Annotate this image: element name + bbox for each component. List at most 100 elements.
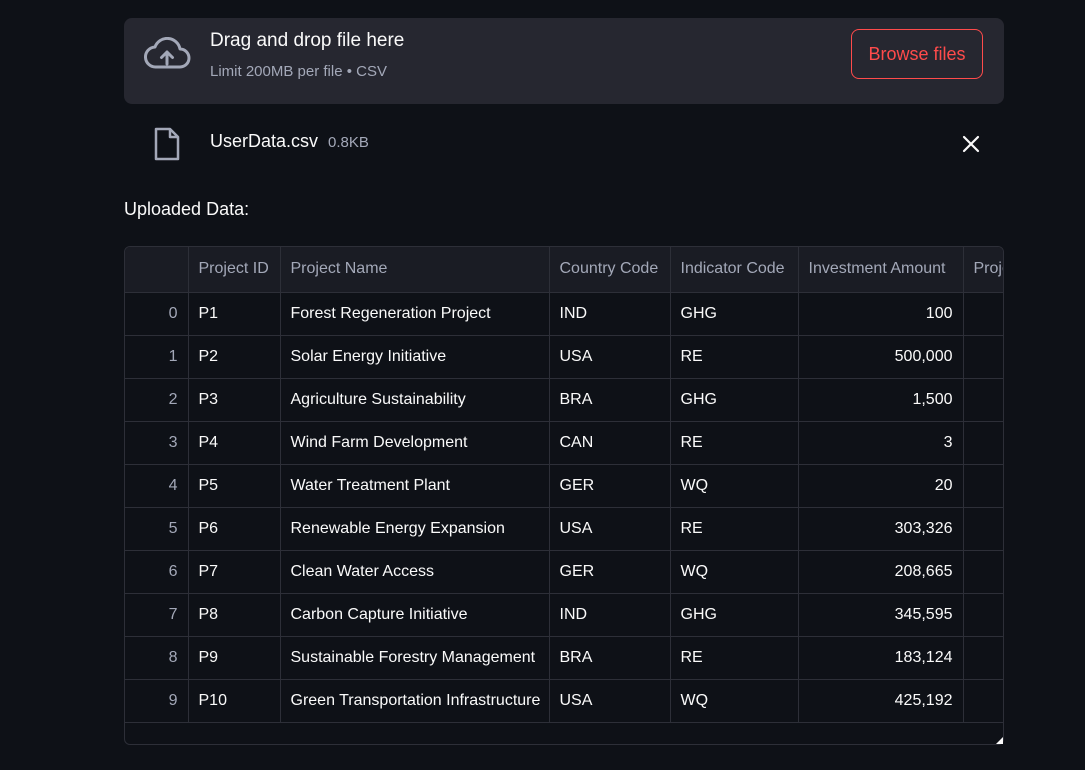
uploaded-file-name: UserData.csv (210, 131, 319, 151)
table-row[interactable]: 3 P4 Wind Farm Development CAN RE 3 (125, 421, 1003, 465)
dropzone-limit-text: Limit 200MB per file • CSV (210, 63, 387, 80)
uploaded-data-heading: Uploaded Data: (124, 199, 250, 219)
table-cell[interactable]: Renewable Energy Expansion (280, 507, 550, 551)
table-cell[interactable]: Forest Regeneration Project (280, 292, 550, 336)
table-cell[interactable]: WQ (670, 550, 799, 594)
dataframe: Project ID Project Name Country Code Indica… (125, 247, 1003, 723)
table-cell[interactable]: P8 (188, 593, 281, 637)
table-cell[interactable]: CAN (549, 421, 671, 465)
table-cell[interactable] (963, 421, 1003, 465)
table-cell[interactable]: IND (549, 593, 671, 637)
table-cell[interactable]: P5 (188, 464, 281, 508)
table-row[interactable]: 7 P8 Carbon Capture Initiative IND GHG 345,59… (125, 593, 1003, 637)
browse-files-button[interactable]: Browse files (851, 29, 983, 79)
table-cell[interactable]: WQ (670, 464, 799, 508)
table-row[interactable]: 4 P5 Water Treatment Plant GER WQ 20 (125, 464, 1003, 508)
table-cell[interactable]: GHG (670, 593, 799, 637)
table-cell[interactable]: GHG (670, 378, 799, 422)
table-cell[interactable]: BRA (549, 378, 671, 422)
column-header[interactable]: Proje (963, 247, 1003, 293)
table-cell[interactable]: Wind Farm Development (280, 421, 550, 465)
table-cell[interactable]: USA (549, 507, 671, 551)
table-cell[interactable]: P10 (188, 679, 281, 723)
table-cell[interactable]: Water Treatment Plant (280, 464, 550, 508)
table-cell[interactable]: Green Transportation Infrastructure (280, 679, 550, 723)
table-row[interactable]: 8 P9 Sustainable Forestry Management BRA RE 1… (125, 636, 1003, 680)
row-index-cell[interactable]: 4 (125, 464, 189, 508)
table-cell[interactable]: RE (670, 636, 799, 680)
dropzone-title: Drag and drop file here (210, 30, 405, 51)
table-cell[interactable]: 303,326 (798, 507, 964, 551)
table-row[interactable]: 9 P10 Green Transportation Infrastructure U… (125, 679, 1003, 723)
table-cell[interactable]: RE (670, 507, 799, 551)
table-cell[interactable]: Sustainable Forestry Management (280, 636, 550, 680)
column-header[interactable]: Investment Amount (798, 247, 964, 293)
table-cell[interactable] (963, 636, 1003, 680)
table-cell[interactable]: GHG (670, 292, 799, 336)
table-cell[interactable]: Clean Water Access (280, 550, 550, 594)
table-cell[interactable]: GER (549, 464, 671, 508)
table-cell[interactable]: Solar Energy Initiative (280, 335, 550, 379)
table-cell[interactable]: RE (670, 335, 799, 379)
table-cell[interactable]: 3 (798, 421, 964, 465)
column-header[interactable]: Country Code (549, 247, 671, 293)
table-cell[interactable]: USA (549, 335, 671, 379)
table-row[interactable]: 1 P2 Solar Energy Initiative USA RE 500,000 (125, 335, 1003, 379)
table-cell[interactable]: Agriculture Sustainability (280, 378, 550, 422)
table-cell[interactable]: P6 (188, 507, 281, 551)
table-cell[interactable]: P9 (188, 636, 281, 680)
table-cell[interactable]: P4 (188, 421, 281, 465)
table-cell[interactable]: USA (549, 679, 671, 723)
table-cell[interactable]: 1,500 (798, 378, 964, 422)
table-cell[interactable]: P1 (188, 292, 281, 336)
table-cell[interactable] (963, 507, 1003, 551)
table-cell[interactable] (963, 378, 1003, 422)
table-row[interactable]: 5 P6 Renewable Energy Expansion USA RE 303,32… (125, 507, 1003, 551)
row-index-cell[interactable]: 2 (125, 378, 189, 422)
table-cell[interactable]: 183,124 (798, 636, 964, 680)
table-row[interactable]: 0 P1 Forest Regeneration Project IND GHG 100 (125, 292, 1003, 336)
table-cell[interactable]: 208,665 (798, 550, 964, 594)
table-header-row: Project ID Project Name Country Code Indica… (125, 247, 1003, 293)
table-cell[interactable] (963, 292, 1003, 336)
column-header[interactable]: Project Name (280, 247, 550, 293)
table-cell[interactable]: P2 (188, 335, 281, 379)
table-cell[interactable] (963, 335, 1003, 379)
table-cell[interactable]: Carbon Capture Initiative (280, 593, 550, 637)
table-cell[interactable]: WQ (670, 679, 799, 723)
close-icon[interactable] (958, 131, 984, 157)
table-cell[interactable] (963, 593, 1003, 637)
table-cell[interactable]: 345,595 (798, 593, 964, 637)
table-cell[interactable]: P3 (188, 378, 281, 422)
table-cell[interactable]: 100 (798, 292, 964, 336)
table-row[interactable]: 2 P3 Agriculture Sustainability BRA GHG 1,500 (125, 378, 1003, 422)
table-row[interactable]: 6 P7 Clean Water Access GER WQ 208,665 (125, 550, 1003, 594)
file-icon (154, 127, 180, 161)
column-header[interactable]: Indicator Code (670, 247, 799, 293)
table-cell[interactable]: 20 (798, 464, 964, 508)
row-index-cell[interactable]: 6 (125, 550, 189, 594)
column-header[interactable]: Project ID (188, 247, 281, 293)
data-table[interactable]: Project ID Project Name Country Code Indica… (124, 246, 1004, 745)
table-cell[interactable] (963, 550, 1003, 594)
table-cell[interactable]: P7 (188, 550, 281, 594)
table-resize-handle[interactable] (996, 737, 1003, 744)
row-index-cell[interactable]: 9 (125, 679, 189, 723)
table-cell[interactable]: 425,192 (798, 679, 964, 723)
table-cell[interactable]: RE (670, 421, 799, 465)
table-cell[interactable] (963, 464, 1003, 508)
table-cell[interactable] (963, 679, 1003, 723)
row-index-cell[interactable]: 0 (125, 292, 189, 336)
table-cell[interactable]: 500,000 (798, 335, 964, 379)
row-index-cell[interactable]: 1 (125, 335, 189, 379)
cloud-upload-icon (144, 37, 191, 69)
table-cell[interactable]: GER (549, 550, 671, 594)
row-index-cell[interactable]: 7 (125, 593, 189, 637)
table-cell[interactable]: BRA (549, 636, 671, 680)
index-column-header[interactable] (125, 247, 189, 293)
uploaded-file-size: 0.8KB (328, 134, 369, 151)
table-cell[interactable]: IND (549, 292, 671, 336)
row-index-cell[interactable]: 5 (125, 507, 189, 551)
row-index-cell[interactable]: 8 (125, 636, 189, 680)
row-index-cell[interactable]: 3 (125, 421, 189, 465)
